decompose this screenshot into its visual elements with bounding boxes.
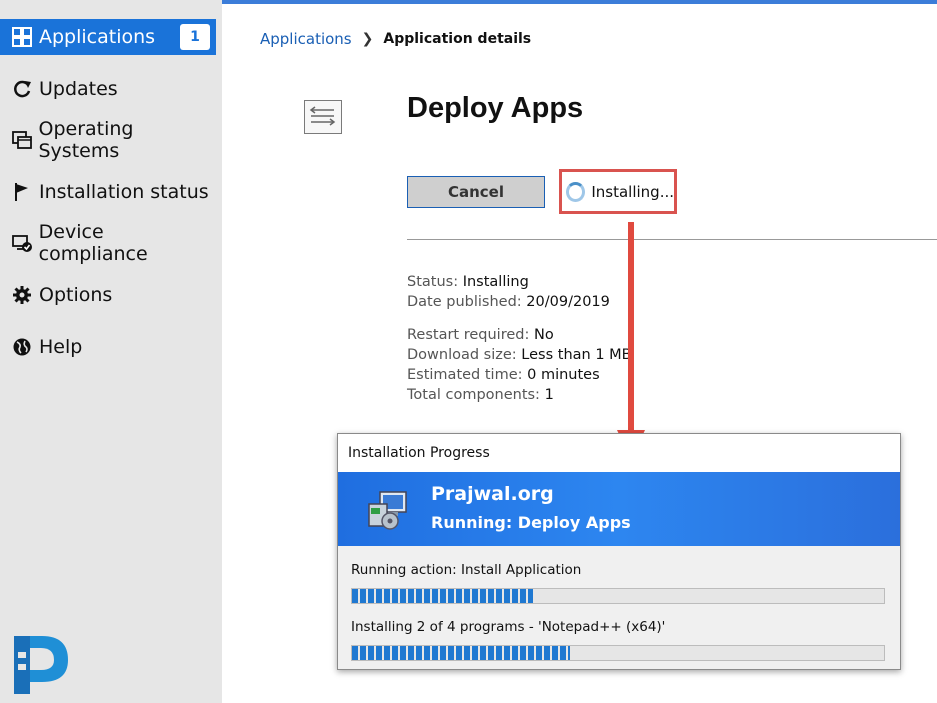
dialog-banner: Prajwal.org Running: Deploy Apps [338, 472, 900, 546]
action-progress-bar [351, 588, 885, 604]
sidebar-item-label: Options [39, 284, 113, 306]
sidebar-item-label: Help [39, 336, 83, 358]
dialog-body: Running action: Install Application Inst… [338, 546, 900, 669]
sidebar-item-label: Operating Systems [38, 118, 134, 162]
overall-progress-bar [351, 645, 885, 661]
detail-total-components: Total components: 1 [407, 387, 554, 403]
breadcrumb: Applications ❯ Application details [260, 30, 531, 48]
sidebar: Applications 1 Updates Operating Systems… [0, 0, 222, 703]
sidebar-item-options[interactable]: Options [0, 277, 216, 313]
installing-label: Installing... [591, 182, 674, 201]
sidebar-item-label: Installation status [39, 181, 209, 203]
chevron-right-icon: ❯ [361, 31, 374, 47]
sidebar-item-device-compliance[interactable]: Device compliance [0, 221, 216, 265]
installation-progress-dialog: Installation Progress Prajwal.org Runnin… [337, 433, 901, 670]
sidebar-item-label: Updates [39, 78, 118, 100]
install-status-text: Installing 2 of 4 programs - 'Notepad++ … [351, 619, 666, 635]
detail-date-published: Date published: 20/09/2019 [407, 294, 610, 310]
applications-count-badge: 1 [180, 24, 210, 50]
divider [407, 239, 937, 240]
window-top-accent [222, 0, 937, 4]
breadcrumb-applications-link[interactable]: Applications [260, 30, 352, 48]
dialog-organization: Prajwal.org [431, 483, 554, 505]
installing-status: Installing... [559, 169, 677, 214]
detail-status: Status: Installing [407, 274, 529, 290]
sidebar-item-updates[interactable]: Updates [0, 71, 216, 107]
detail-restart-required: Restart required: No [407, 327, 554, 343]
globe-icon [11, 336, 33, 358]
cancel-button[interactable]: Cancel [407, 176, 545, 208]
detail-estimated-time: Estimated time: 0 minutes [407, 367, 600, 383]
application-details: Status: Installing Date published: 20/09… [407, 272, 632, 405]
breadcrumb-current: Application details [383, 31, 532, 47]
sidebar-item-label: Applications [39, 26, 156, 48]
sidebar-item-applications[interactable]: Applications 1 [0, 19, 216, 55]
detail-download-size: Download size: Less than 1 MB [407, 347, 632, 363]
sidebar-item-help[interactable]: Help [0, 329, 216, 365]
action-progress-fill [352, 589, 533, 603]
annotation-arrow [628, 222, 634, 432]
spinner-icon [566, 181, 586, 202]
windows-stack-icon [11, 129, 32, 151]
refresh-icon [11, 78, 33, 100]
application-icon [304, 100, 342, 134]
flag-icon [11, 181, 33, 203]
application-title: Deploy Apps [407, 92, 584, 124]
sidebar-item-label: Device compliance [38, 221, 148, 265]
dialog-title: Installation Progress [348, 445, 490, 461]
gear-icon [11, 284, 33, 306]
device-check-icon [11, 232, 33, 254]
sidebar-item-operating-systems[interactable]: Operating Systems [0, 118, 216, 162]
running-action-text: Running action: Install Application [351, 562, 582, 578]
dialog-running-task: Running: Deploy Apps [431, 513, 631, 532]
grid-icon [11, 26, 33, 48]
overall-progress-fill [352, 646, 571, 660]
brand-logo [8, 632, 74, 696]
installer-computer-icon [366, 488, 410, 532]
sidebar-item-installation-status[interactable]: Installation status [0, 174, 216, 210]
